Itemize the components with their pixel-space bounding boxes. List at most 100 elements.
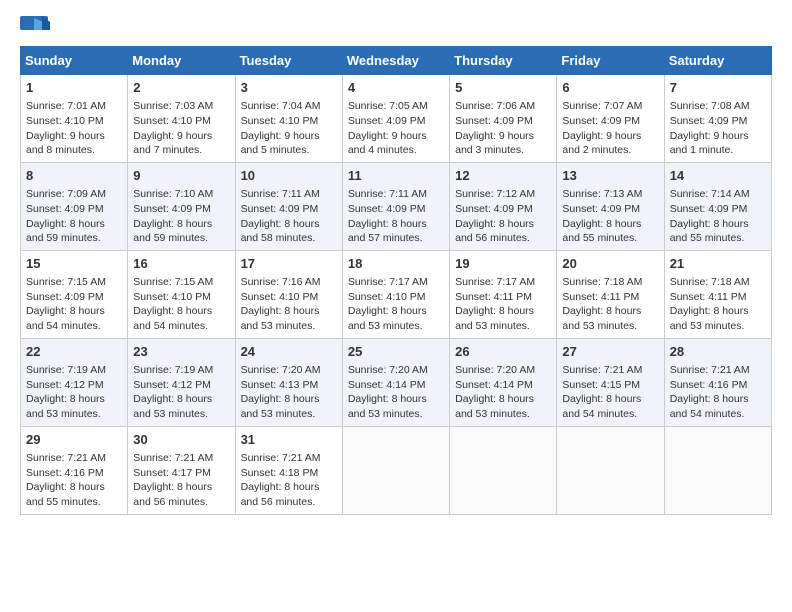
daylight-text: Daylight: 9 hours and 8 minutes.: [26, 130, 105, 157]
daylight-text: Daylight: 8 hours and 53 minutes.: [348, 305, 427, 332]
calendar-cell: 20Sunrise: 7:18 AMSunset: 4:11 PMDayligh…: [557, 250, 664, 338]
daylight-text: Daylight: 8 hours and 56 minutes.: [455, 218, 534, 245]
col-header-sunday: Sunday: [21, 47, 128, 75]
daylight-text: Daylight: 8 hours and 53 minutes.: [241, 393, 320, 420]
sunset-text: Sunset: 4:09 PM: [562, 115, 640, 127]
day-number: 1: [26, 79, 122, 97]
day-number: 31: [241, 431, 337, 449]
calendar-cell: 24 Sunrise: 7:20 AM Sunset: 4:13 PM Dayligh…: [235, 338, 342, 426]
daylight-text: Daylight: 8 hours and 54 minutes.: [562, 393, 641, 420]
daylight-text: Daylight: 8 hours and 53 minutes.: [562, 305, 641, 332]
daylight-text: Daylight: 8 hours and 53 minutes.: [348, 393, 427, 420]
day-number: 24: [241, 343, 337, 361]
calendar-cell: 8Sunrise: 7:09 AMSunset: 4:09 PMDaylight…: [21, 162, 128, 250]
calendar-cell: [450, 426, 557, 514]
daylight-text: Daylight: 8 hours and 53 minutes.: [455, 305, 534, 332]
sunset-text: Sunset: 4:10 PM: [133, 115, 211, 127]
daylight-text: Daylight: 8 hours and 55 minutes.: [562, 218, 641, 245]
calendar-cell: 23Sunrise: 7:19 AMSunset: 4:12 PMDayligh…: [128, 338, 235, 426]
sunset-text: Sunset: 4:15 PM: [562, 379, 640, 391]
sunrise-text: Sunrise: 7:21 AM: [241, 452, 321, 464]
day-number: 11: [348, 167, 444, 185]
sunrise-text: Sunrise: 7:05 AM: [348, 100, 428, 112]
logo: [20, 16, 54, 38]
sunrise-text: Sunrise: 7:11 AM: [241, 188, 320, 200]
calendar-cell: 19Sunrise: 7:17 AMSunset: 4:11 PMDayligh…: [450, 250, 557, 338]
calendar-cell: [342, 426, 449, 514]
sunrise-text: Sunrise: 7:17 AM: [348, 276, 428, 288]
sunrise-text: Sunrise: 7:20 AM: [348, 364, 428, 376]
sunset-text: Sunset: 4:11 PM: [670, 291, 747, 303]
daylight-text: Daylight: 9 hours and 1 minute.: [670, 130, 749, 157]
calendar-cell: 22Sunrise: 7:19 AMSunset: 4:12 PMDayligh…: [21, 338, 128, 426]
sunrise-text: Sunrise: 7:19 AM: [133, 364, 213, 376]
calendar-cell: 2Sunrise: 7:03 AMSunset: 4:10 PMDaylight…: [128, 75, 235, 163]
daylight-text: Daylight: 9 hours and 3 minutes.: [455, 130, 534, 157]
calendar-week-row: 29Sunrise: 7:21 AMSunset: 4:16 PMDayligh…: [21, 426, 772, 514]
daylight-text: Daylight: 8 hours and 55 minutes.: [670, 218, 749, 245]
calendar-cell: 28Sunrise: 7:21 AMSunset: 4:16 PMDayligh…: [664, 338, 771, 426]
day-number: 19: [455, 255, 551, 273]
sunrise-text: Sunrise: 7:10 AM: [133, 188, 213, 200]
sunset-text: Sunset: 4:09 PM: [670, 203, 748, 215]
sunrise-text: Sunrise: 7:20 AM: [455, 364, 535, 376]
day-number: 26: [455, 343, 551, 361]
sunrise-text: Sunrise: 7:21 AM: [562, 364, 642, 376]
daylight-text: Daylight: 8 hours and 58 minutes.: [241, 218, 320, 245]
sunset-text: Sunset: 4:10 PM: [348, 291, 426, 303]
sunrise-text: Sunrise: 7:17 AM: [455, 276, 535, 288]
sunset-text: Sunset: 4:10 PM: [133, 291, 211, 303]
sunrise-text: Sunrise: 7:20 AM: [241, 364, 321, 376]
calendar-cell: 25Sunrise: 7:20 AMSunset: 4:14 PMDayligh…: [342, 338, 449, 426]
sunrise-text: Sunrise: 7:19 AM: [26, 364, 106, 376]
sunset-text: Sunset: 4:10 PM: [241, 291, 319, 303]
calendar-cell: 7Sunrise: 7:08 AMSunset: 4:09 PMDaylight…: [664, 75, 771, 163]
sunset-text: Sunset: 4:16 PM: [26, 467, 104, 479]
sunset-text: Sunset: 4:17 PM: [133, 467, 211, 479]
day-number: 7: [670, 79, 766, 97]
sunrise-text: Sunrise: 7:07 AM: [562, 100, 642, 112]
sunset-text: Sunset: 4:09 PM: [133, 203, 211, 215]
day-number: 8: [26, 167, 122, 185]
calendar-cell: 21Sunrise: 7:18 AMSunset: 4:11 PMDayligh…: [664, 250, 771, 338]
col-header-saturday: Saturday: [664, 47, 771, 75]
day-number: 30: [133, 431, 229, 449]
calendar-cell: 31Sunrise: 7:21 AMSunset: 4:18 PMDayligh…: [235, 426, 342, 514]
sunset-text: Sunset: 4:13 PM: [241, 379, 319, 391]
calendar-cell: [557, 426, 664, 514]
sunrise-text: Sunrise: 7:15 AM: [133, 276, 213, 288]
col-header-monday: Monday: [128, 47, 235, 75]
calendar-cell: 9Sunrise: 7:10 AMSunset: 4:09 PMDaylight…: [128, 162, 235, 250]
sunrise-text: Sunrise: 7:21 AM: [133, 452, 213, 464]
sunrise-text: Sunrise: 7:12 AM: [455, 188, 535, 200]
daylight-text: Daylight: 8 hours and 54 minutes.: [670, 393, 749, 420]
sunrise-text: Sunrise: 7:09 AM: [26, 188, 106, 200]
daylight-text: Daylight: 9 hours and 4 minutes.: [348, 130, 427, 157]
daylight-text: Daylight: 8 hours and 53 minutes.: [670, 305, 749, 332]
sunset-text: Sunset: 4:09 PM: [241, 203, 319, 215]
calendar-cell: 3Sunrise: 7:04 AMSunset: 4:10 PMDaylight…: [235, 75, 342, 163]
day-number: 28: [670, 343, 766, 361]
calendar-cell: 16Sunrise: 7:15 AMSunset: 4:10 PMDayligh…: [128, 250, 235, 338]
sunrise-text: Sunrise: 7:21 AM: [670, 364, 750, 376]
sunrise-text: Sunrise: 7:04 AM: [241, 100, 321, 112]
sunrise-text: Sunrise: 7:18 AM: [562, 276, 642, 288]
sunset-text: Sunset: 4:18 PM: [241, 467, 319, 479]
sunset-text: Sunset: 4:14 PM: [455, 379, 533, 391]
day-number: 21: [670, 255, 766, 273]
day-number: 2: [133, 79, 229, 97]
daylight-text: Daylight: 8 hours and 59 minutes.: [133, 218, 212, 245]
calendar-cell: 1Sunrise: 7:01 AMSunset: 4:10 PMDaylight…: [21, 75, 128, 163]
day-number: 15: [26, 255, 122, 273]
day-number: 6: [562, 79, 658, 97]
calendar-cell: 13Sunrise: 7:13 AMSunset: 4:09 PMDayligh…: [557, 162, 664, 250]
col-header-tuesday: Tuesday: [235, 47, 342, 75]
calendar-cell: 4Sunrise: 7:05 AMSunset: 4:09 PMDaylight…: [342, 75, 449, 163]
calendar-week-row: 15Sunrise: 7:15 AMSunset: 4:09 PMDayligh…: [21, 250, 772, 338]
day-number: 17: [241, 255, 337, 273]
day-number: 14: [670, 167, 766, 185]
calendar-table: SundayMondayTuesdayWednesdayThursdayFrid…: [20, 46, 772, 515]
sunrise-text: Sunrise: 7:16 AM: [241, 276, 321, 288]
sunset-text: Sunset: 4:12 PM: [26, 379, 104, 391]
col-header-thursday: Thursday: [450, 47, 557, 75]
